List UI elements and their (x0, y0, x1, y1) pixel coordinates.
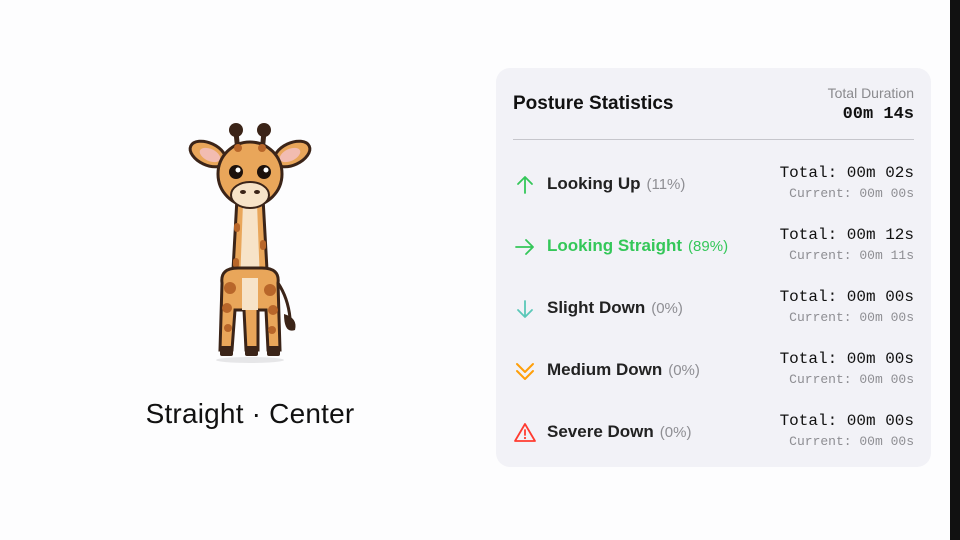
posture-statistics-card: Posture Statistics Total Duration 00m 14… (496, 68, 931, 467)
giraffe-illustration (188, 123, 312, 363)
row-total: Total: 00m 12s (779, 226, 914, 244)
arrow-down-icon (513, 297, 537, 321)
row-total: Total: 00m 00s (779, 350, 914, 368)
row-current: Current: 00m 00s (789, 186, 914, 201)
row-label: Slight Down (547, 298, 646, 317)
row-current: Current: 00m 00s (789, 372, 914, 387)
double-chevron-down-icon (513, 359, 537, 383)
row-percent: (11%) (646, 176, 686, 193)
row-total: Total: 00m 02s (779, 164, 914, 182)
row-percent: (0%) (659, 424, 692, 441)
row-label: Looking Up (547, 174, 641, 193)
row-percent: (89%) (688, 238, 729, 255)
row-percent: (0%) (651, 300, 683, 317)
window-edge (950, 0, 960, 540)
card-title: Posture Statistics (513, 93, 674, 114)
row-total: Total: 00m 00s (779, 412, 914, 430)
total-duration-label: Total Duration (827, 85, 914, 101)
arrow-right-icon (513, 235, 537, 259)
arrow-up-icon (513, 173, 537, 197)
stat-row-medium-down: Medium Down (0%) Total: 00m 00s Current: … (513, 350, 914, 390)
stat-row-looking-straight: Looking Straight (89%) Total: 00m 12s Cur… (513, 226, 914, 266)
row-current: Current: 00m 00s (789, 310, 914, 325)
divider (513, 139, 914, 140)
row-total: Total: 00m 00s (779, 288, 914, 306)
stat-row-looking-up: Looking Up (11%) Total: 00m 02s Current: … (513, 164, 914, 204)
row-current: Current: 00m 11s (789, 248, 914, 263)
row-label: Severe Down (547, 422, 654, 441)
warning-triangle-icon (513, 421, 537, 445)
app-stage: Straight · Center Posture Statistics Tot… (0, 0, 960, 540)
giraffe-mascot (180, 118, 320, 368)
stat-row-slight-down: Slight Down (0%) Total: 00m 00s Current: … (513, 288, 914, 328)
row-percent: (0%) (668, 362, 700, 379)
row-label: Looking Straight (547, 236, 683, 255)
total-duration-value: 00m 14s (842, 105, 914, 124)
stat-row-severe-down: Severe Down (0%) Total: 00m 00s Current: … (513, 412, 914, 452)
row-label: Medium Down (547, 360, 663, 379)
posture-status-label: Straight · Center (145, 398, 355, 429)
row-current: Current: 00m 00s (789, 434, 914, 449)
